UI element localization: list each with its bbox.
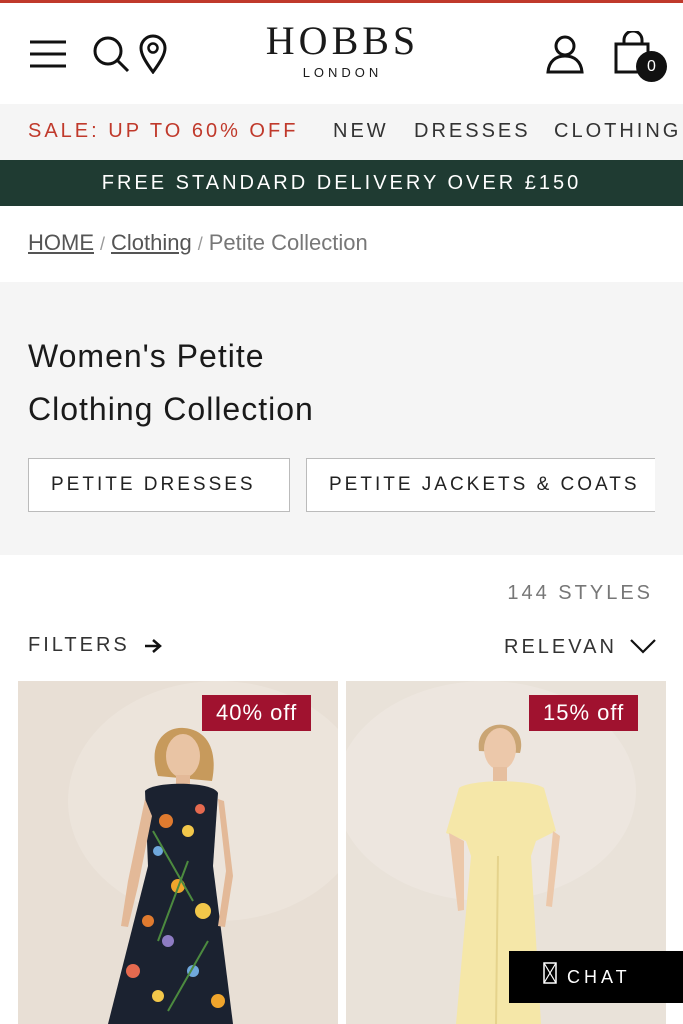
- breadcrumb: HOME / Clothing / Petite Collection: [28, 230, 368, 256]
- collection-hero: Women's Petite Clothing Collection PETIT…: [0, 282, 683, 555]
- chat-label: CHAT: [567, 967, 631, 987]
- nav-item-sale[interactable]: SALE: UP TO 60% OFF: [28, 120, 298, 143]
- category-nav: SALE: UP TO 60% OFF NEW DRESSES CLOTHING: [0, 104, 683, 160]
- breadcrumb-separator: /: [100, 234, 106, 254]
- styles-count: 144 STYLES: [507, 582, 653, 604]
- brand-name: HOBBS: [265, 18, 420, 63]
- breadcrumb-separator: /: [197, 234, 203, 254]
- breadcrumb-home[interactable]: HOME: [28, 230, 94, 255]
- chat-icon: [543, 962, 557, 984]
- brand-logo[interactable]: HOBBS LONDON: [225, 18, 460, 81]
- delivery-banner[interactable]: FREE STANDARD DELIVERY OVER £150: [0, 160, 683, 206]
- filters-button[interactable]: FILTERS: [28, 634, 162, 657]
- chip-petite-dresses[interactable]: PETITE DRESSES: [28, 458, 290, 512]
- search-icon[interactable]: [92, 35, 130, 73]
- discount-badge: 40% off: [202, 695, 312, 731]
- menu-icon[interactable]: [28, 40, 68, 68]
- bag-count-badge[interactable]: 0: [636, 51, 667, 82]
- breadcrumb-clothing[interactable]: Clothing: [111, 230, 192, 255]
- nav-item-dresses[interactable]: DRESSES: [414, 120, 531, 143]
- nav-item-clothing[interactable]: CLOTHING: [554, 120, 681, 143]
- site-header: HOBBS LONDON: [0, 3, 683, 104]
- chat-button[interactable]: CHAT: [509, 951, 683, 1003]
- product-card[interactable]: 40% off: [18, 681, 338, 1024]
- page-title-line-2: Clothing Collection: [28, 391, 314, 427]
- chevron-down-icon: [630, 639, 656, 654]
- page-title-line-1: Women's Petite: [28, 338, 265, 374]
- breadcrumb-current: Petite Collection: [208, 230, 368, 255]
- nav-item-new[interactable]: NEW: [333, 120, 389, 143]
- discount-badge: 15% off: [529, 695, 639, 731]
- sort-label: RELEVANCE: [504, 636, 616, 658]
- brand-subtitle: LONDON: [302, 65, 383, 80]
- page-title: Women's Petite Clothing Collection: [28, 330, 448, 436]
- chip-petite-jackets-coats[interactable]: PETITE JACKETS & COATS: [306, 458, 655, 512]
- sort-select[interactable]: RELEVANCE: [504, 632, 656, 662]
- location-pin-icon[interactable]: [139, 34, 167, 74]
- filters-label: FILTERS: [28, 634, 130, 656]
- product-image[interactable]: [18, 681, 338, 1024]
- arrow-right-icon: [144, 638, 162, 653]
- account-icon[interactable]: [545, 34, 585, 74]
